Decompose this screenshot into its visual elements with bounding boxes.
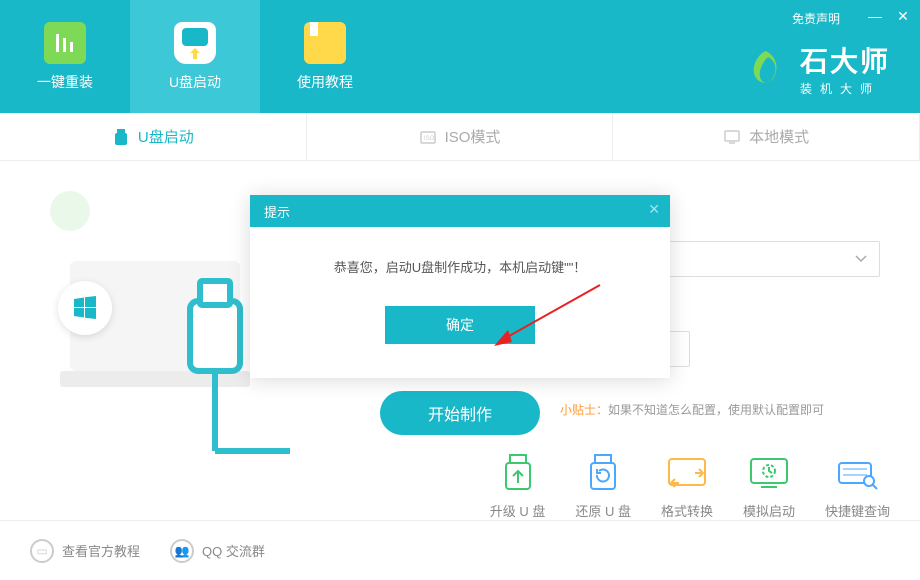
dialog-close-button[interactable]: ✕ [648, 201, 660, 218]
dialog-message: 恭喜您，启动U盘制作成功，本机启动键""！ [270, 257, 650, 276]
dialog-header: 提示 ✕ [250, 195, 670, 227]
dialog-body: 恭喜您，启动U盘制作成功，本机启动键""！ 确定 [250, 227, 670, 378]
dialog: 提示 ✕ 恭喜您，启动U盘制作成功，本机启动键""！ 确定 [250, 195, 670, 378]
dialog-ok-button[interactable]: 确定 [385, 306, 535, 344]
modal-overlay: 提示 ✕ 恭喜您，启动U盘制作成功，本机启动键""！ 确定 [0, 0, 920, 580]
dialog-title: 提示 [264, 202, 290, 221]
ok-label: 确定 [446, 315, 474, 335]
